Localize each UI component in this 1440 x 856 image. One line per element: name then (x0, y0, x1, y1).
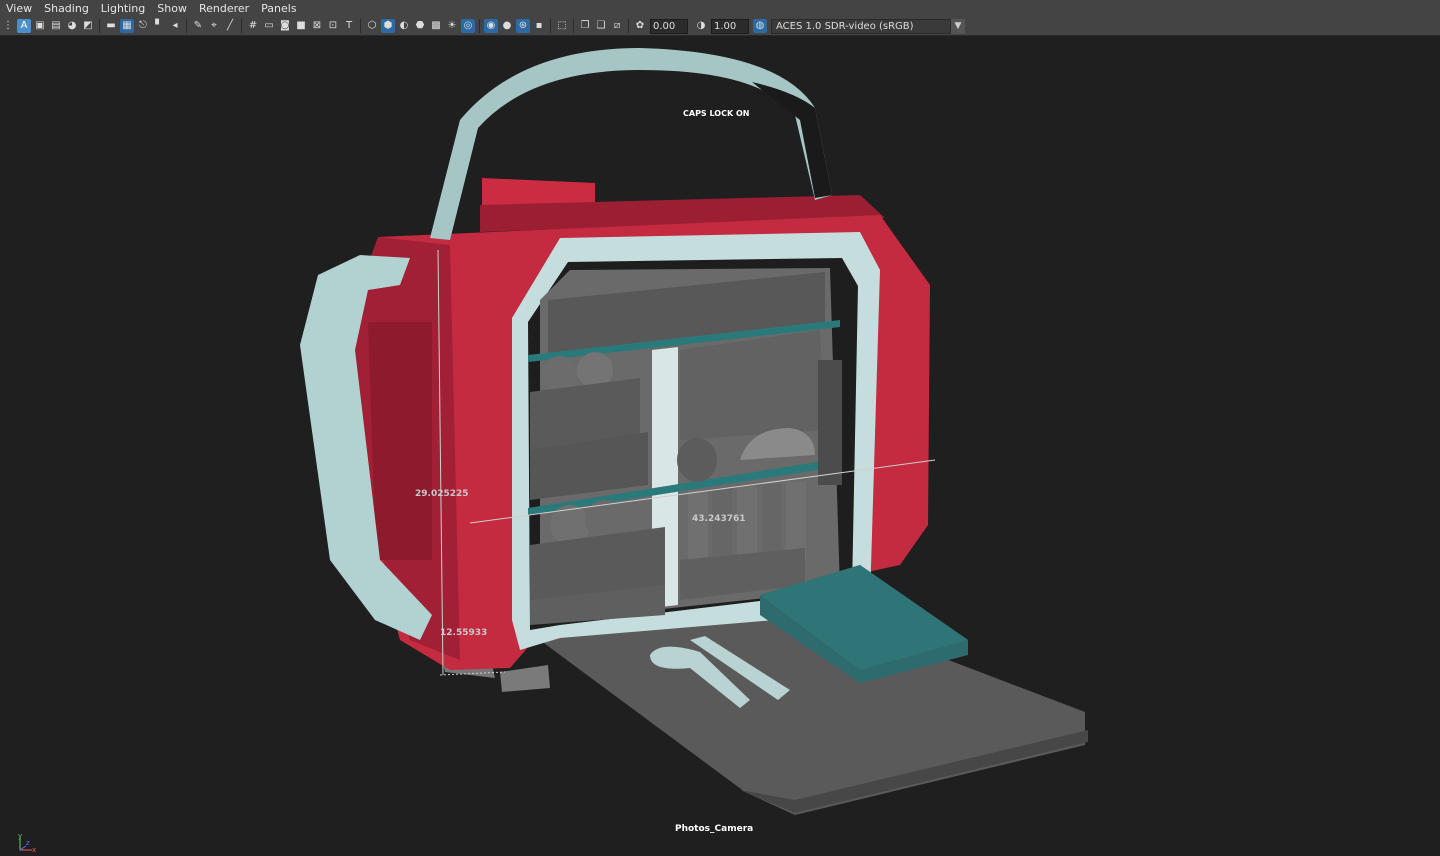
shadows-icon[interactable]: ◎ (461, 19, 475, 33)
exposure-field[interactable]: 0.00 (650, 18, 688, 34)
toolbar-divider (628, 19, 629, 33)
menu-lighting[interactable]: Lighting (95, 2, 151, 15)
right-foot (500, 665, 550, 692)
scene-render[interactable] (0, 36, 1440, 839)
field-chart-icon[interactable]: ⊠ (310, 19, 324, 33)
gamma-field[interactable]: 1.00 (711, 18, 749, 34)
depth-of-field-icon[interactable]: ▪ (532, 19, 546, 33)
menu-view[interactable]: View (0, 2, 38, 15)
screen-space-ao-icon[interactable]: ◉ (484, 19, 498, 33)
camera-name-label: Photos_Camera (675, 824, 754, 834)
xray-icon[interactable]: ❐ (578, 19, 592, 33)
toolbar-divider (99, 19, 100, 33)
toolbar-divider (573, 19, 574, 33)
film-gate-icon[interactable]: ◂ (168, 19, 182, 33)
anti-aliasing-icon[interactable]: ⊛ (516, 19, 530, 33)
toolbar-divider (186, 19, 187, 33)
film-gate-toggle-icon[interactable]: ▭ (262, 19, 276, 33)
gamma-icon[interactable]: ◑ (694, 19, 708, 33)
isolate-select-icon[interactable]: ⬚ (555, 19, 569, 33)
color-space-dropdown[interactable]: ACES 1.0 SDR-video (sRGB) (771, 18, 951, 34)
resolution-gate-icon[interactable]: ◙ (278, 19, 292, 33)
grid-icon[interactable]: # (246, 19, 260, 33)
axis-x-label: x (32, 846, 36, 854)
3d-viewport[interactable]: CAPS LOCK ON 29.025225 43.243761 12.5593… (0, 36, 1440, 854)
smooth-shade-icon[interactable]: ⬢ (381, 19, 395, 33)
viewport-toolbar: ⋮ A ▣ ▤ ◕ ◩ ▬ ▦ ⎋ ▘ ◂ ✎ ⌖ ╱ # ▭ ◙ ■ ⊠ ⊡ … (0, 17, 1440, 36)
view-transform-icon[interactable]: ◩ (81, 19, 95, 33)
caps-lock-indicator: CAPS LOCK ON (683, 109, 750, 118)
menu-shading[interactable]: Shading (38, 2, 95, 15)
default-material-icon[interactable]: ◐ (397, 19, 411, 33)
color-management-icon[interactable]: ◍ (753, 19, 767, 33)
brush-icon[interactable]: ╱ (223, 19, 237, 33)
menu-renderer[interactable]: Renderer (193, 2, 255, 15)
wireframe-on-shaded-icon[interactable]: ⬣ (413, 19, 427, 33)
lasso-icon[interactable]: ⌖ (207, 19, 221, 33)
textured-icon[interactable]: ▩ (429, 19, 443, 33)
bookmark-flag-icon[interactable]: ▘ (152, 19, 166, 33)
menu-panels[interactable]: Panels (255, 2, 302, 15)
tape-roll (677, 438, 717, 482)
exposure-icon[interactable]: ✿ (633, 19, 647, 33)
toolbar-divider (550, 19, 551, 33)
axis-gizmo-icon: y x z (18, 832, 36, 854)
motion-blur-icon[interactable]: ● (500, 19, 514, 33)
safe-action-icon[interactable]: ⊡ (326, 19, 340, 33)
bookmark-icon[interactable]: ▤ (49, 19, 63, 33)
safe-title-icon[interactable]: T (342, 19, 356, 33)
select-camera-icon[interactable]: A (17, 19, 31, 33)
wireframe-icon[interactable]: ⬡ (365, 19, 379, 33)
camera-attributes-icon[interactable]: ▣ (33, 19, 47, 33)
pencil-icon[interactable]: ✎ (191, 19, 205, 33)
axis-z-label: z (26, 839, 30, 847)
gate-mask-icon[interactable]: ■ (294, 19, 308, 33)
use-all-lights-icon[interactable]: ☀ (445, 19, 459, 33)
backface-culling-icon[interactable]: ⧄ (610, 19, 624, 33)
panel-menu-bar: View Shading Lighting Show Renderer Pane… (0, 0, 1440, 17)
side-panel (818, 360, 842, 485)
camera-lock-icon[interactable]: ⎋ (136, 19, 150, 33)
chevron-down-icon[interactable]: ▼ (951, 18, 965, 34)
toolbar-divider (241, 19, 242, 33)
toolbar-divider (479, 19, 480, 33)
grease-pencil-icon[interactable]: ▦ (120, 19, 134, 33)
grip-handle-icon[interactable]: ⋮ (1, 19, 15, 33)
dimension-label-width: 43.243761 (692, 514, 746, 524)
dimension-label-depth: 12.55933 (440, 628, 488, 638)
dimension-label-height: 29.025225 (415, 489, 469, 499)
menu-show[interactable]: Show (151, 2, 193, 15)
top-handle-shadow (752, 82, 832, 198)
case-side-inset (368, 322, 432, 560)
xray-joints-icon[interactable]: ❑ (594, 19, 608, 33)
2d-pan-zoom-icon[interactable]: ▬ (104, 19, 118, 33)
image-plane-icon[interactable]: ◕ (65, 19, 79, 33)
toolbar-divider (360, 19, 361, 33)
